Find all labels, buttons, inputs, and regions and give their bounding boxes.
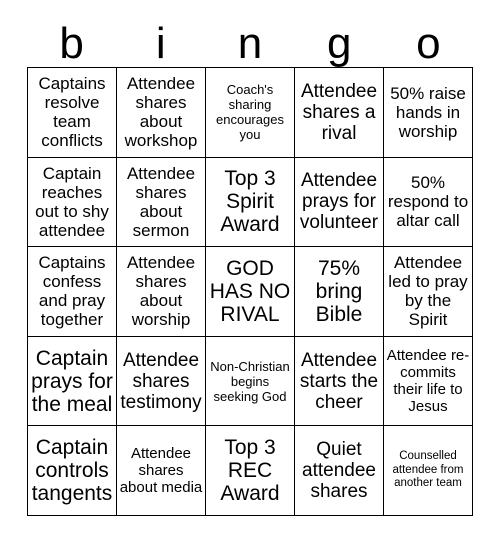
bingo-cell[interactable]: Quiet attendee shares	[295, 426, 384, 516]
bingo-cell[interactable]: 50% raise hands in worship	[384, 68, 473, 158]
bingo-cell[interactable]: Captains resolve team conflicts	[28, 68, 117, 158]
bingo-cell[interactable]: Captains confess and pray together	[28, 247, 117, 337]
bingo-cell-label: Attendee led to pray by the Spirit	[388, 253, 468, 330]
bingo-cell[interactable]: Attendee re-commits their life to Jesus	[384, 336, 473, 427]
bingo-cell-label: Attendee prays for volunteer	[299, 170, 379, 234]
bingo-cell[interactable]: Captain controls tangents	[28, 426, 117, 516]
bingo-cell-label: Top 3 REC Award	[220, 436, 280, 506]
header-letter-o: o	[416, 19, 441, 68]
bingo-grid: Captains resolve team conflicts Attendee …	[27, 67, 473, 516]
bingo-cell[interactable]: Attendee starts the cheer	[295, 336, 384, 427]
bingo-cell[interactable]: GOD HAS NO RIVAL	[206, 247, 295, 337]
bingo-cell[interactable]: Attendee shares about sermon	[117, 157, 206, 248]
bingo-cell-label: Attendee shares about media	[119, 445, 203, 497]
bingo-cell-label: 50% raise hands in worship	[390, 83, 466, 141]
bingo-cell[interactable]: Attendee shares about media	[117, 426, 206, 516]
bingo-cell[interactable]: Attendee shares about workshop	[117, 68, 206, 158]
bingo-cell-label: Counselled attendee from another team	[392, 450, 464, 490]
bingo-cell[interactable]: Top 3 Spirit Award	[206, 157, 295, 248]
bingo-cell-label: Attendee shares about worship	[126, 253, 196, 330]
bingo-cell[interactable]: Attendee shares about worship	[117, 247, 206, 337]
bingo-cell-label: Captain prays for the meal	[31, 346, 113, 416]
bingo-cell[interactable]: Attendee led to pray by the Spirit	[384, 247, 473, 337]
bingo-card: b i n g o Captains resolve team conflict…	[27, 10, 473, 516]
bingo-header: b i n g o	[27, 10, 473, 67]
bingo-cell-label: Coach's sharing encourages you	[216, 82, 284, 143]
bingo-cell[interactable]: Non-Christian begins seeking God	[206, 336, 295, 427]
bingo-cell-label: Attendee shares about workshop	[124, 74, 198, 151]
header-letter-i: i	[155, 19, 166, 68]
bingo-cell-label: Attendee re-commits their life to Jesus	[386, 347, 470, 416]
bingo-cell-label: GOD HAS NO RIVAL	[209, 256, 291, 326]
bingo-cell[interactable]: Coach's sharing encourages you	[206, 68, 295, 158]
bingo-cell-label: Attendee shares testimony	[120, 349, 202, 413]
bingo-cell[interactable]: 75% bring Bible	[295, 247, 384, 337]
bingo-cell-label: 75% bring Bible	[315, 256, 363, 326]
bingo-cell-label: Attendee shares a rival	[300, 80, 378, 144]
bingo-cell-label: 50% respond to altar call	[387, 173, 469, 231]
bingo-cell-label: Captain reaches out to shy attendee	[35, 163, 109, 240]
bingo-cell-label: Attendee starts the cheer	[299, 349, 379, 413]
bingo-cell[interactable]: Counselled attendee from another team	[384, 426, 473, 516]
bingo-cell[interactable]: 50% respond to altar call	[384, 157, 473, 248]
bingo-cell-label: Top 3 Spirit Award	[220, 167, 280, 237]
bingo-cell[interactable]: Top 3 REC Award	[206, 426, 295, 516]
bingo-cell[interactable]: Captain reaches out to shy attendee	[28, 157, 117, 248]
header-letter-n: n	[237, 19, 263, 68]
bingo-cell-label: Captains confess and pray together	[38, 253, 106, 330]
bingo-cell[interactable]: Captain prays for the meal	[28, 336, 117, 427]
header-letter-b: b	[59, 19, 84, 68]
bingo-cell-label: Non-Christian begins seeking God	[210, 358, 290, 404]
bingo-cell-label: Captain controls tangents	[31, 436, 113, 506]
bingo-cell[interactable]: Attendee shares testimony	[117, 336, 206, 427]
bingo-cell-label: Quiet attendee shares	[302, 439, 376, 503]
bingo-cell[interactable]: Attendee prays for volunteer	[295, 157, 384, 248]
bingo-cell[interactable]: Attendee shares a rival	[295, 68, 384, 158]
bingo-cell-label: Attendee shares about sermon	[126, 163, 196, 240]
bingo-cell-label: Captains resolve team conflicts	[38, 74, 106, 151]
header-letter-g: g	[326, 19, 352, 68]
